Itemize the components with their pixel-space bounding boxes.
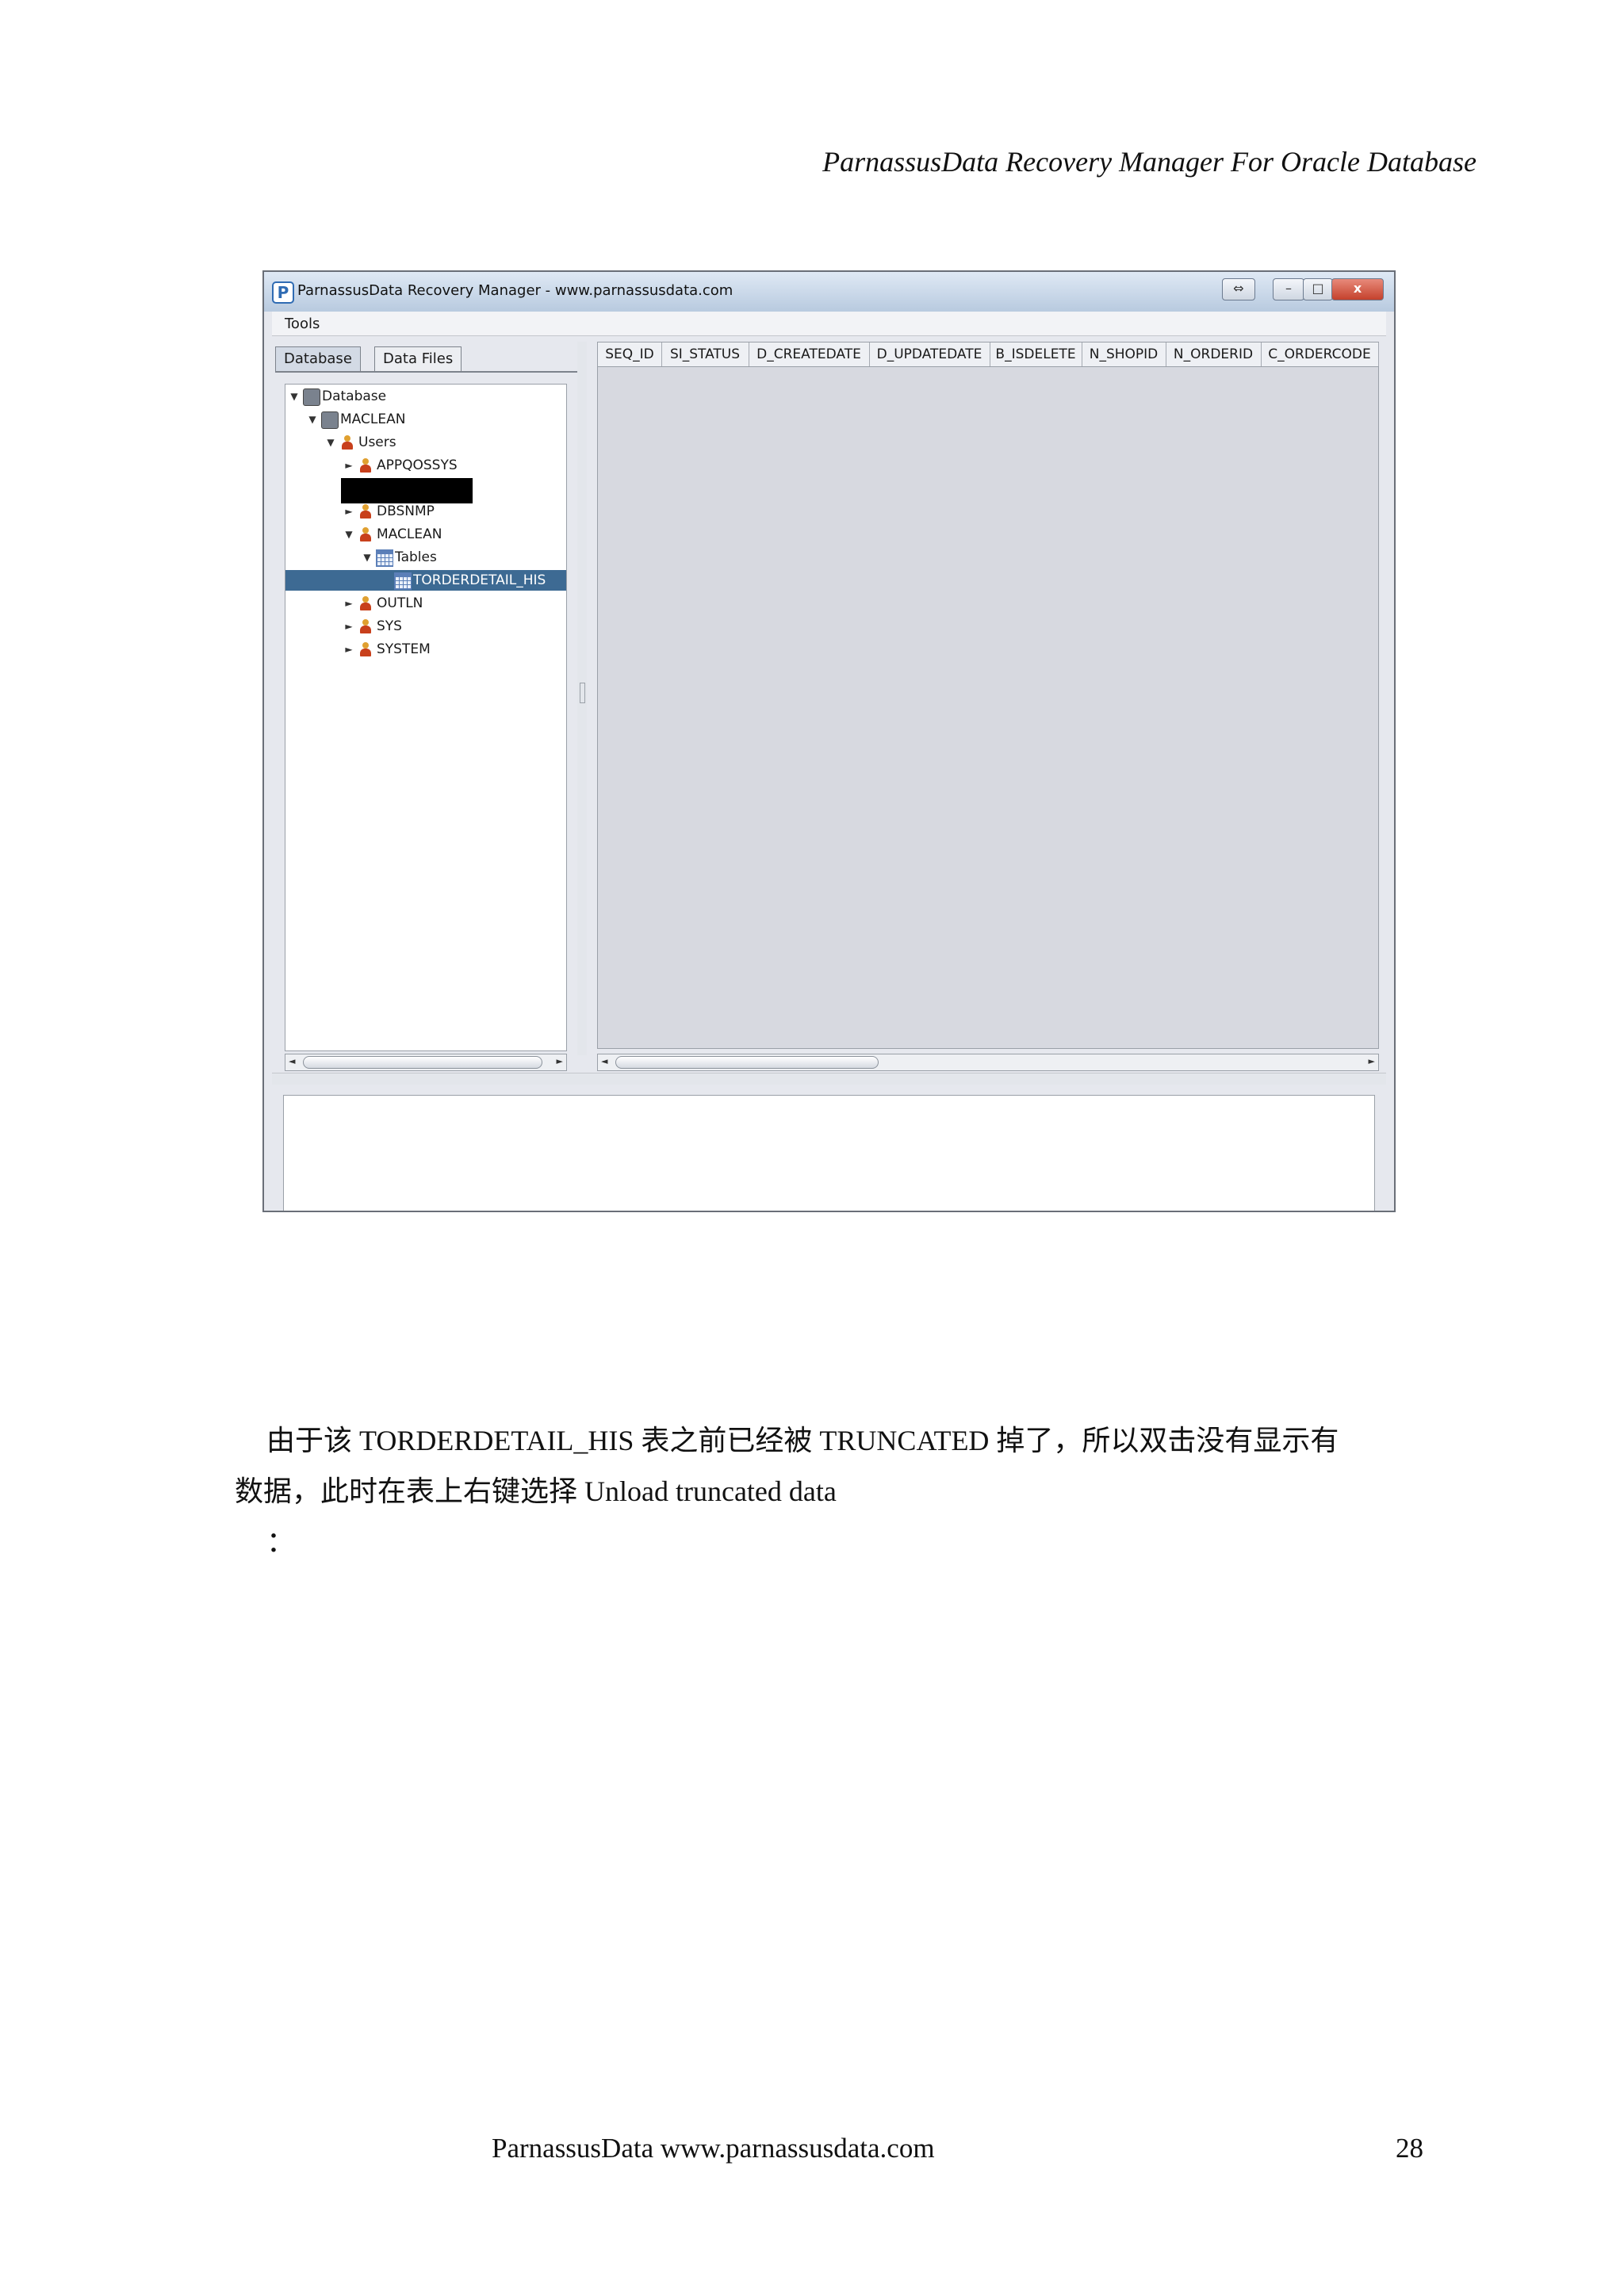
database-tree: ▼ Database ▼ MACLEAN ▼ Users ► APPQOSSYS…	[285, 384, 567, 1051]
tab-database[interactable]: Database	[275, 346, 361, 371]
database-icon	[303, 388, 320, 406]
table-icon	[394, 572, 412, 590]
tree-node-label: SYS	[377, 618, 402, 634]
grid-column-header[interactable]: B_ISDELETE	[990, 342, 1082, 366]
scroll-right-icon[interactable]: ►	[1369, 1056, 1375, 1066]
tree-node-label: MACLEAN	[377, 526, 442, 542]
tree-node-label: Database	[322, 388, 387, 404]
tab-divider	[275, 371, 577, 373]
tree-node-label: SYSTEM	[377, 641, 431, 657]
body-paragraph-line-3: ：	[266, 1526, 296, 1558]
page-number: 28	[1396, 2133, 1423, 2164]
window-titlebar[interactable]: P ParnassusData Recovery Manager - www.p…	[264, 272, 1394, 312]
user-icon	[358, 618, 373, 634]
scrollbar-thumb[interactable]	[615, 1056, 879, 1069]
expand-arrow-icon[interactable]: ▼	[289, 386, 300, 407]
expand-arrow-icon[interactable]: ▼	[325, 432, 336, 453]
user-icon	[358, 641, 373, 657]
redacted-block	[341, 478, 473, 503]
minimize-button[interactable]: –	[1273, 278, 1304, 300]
scroll-right-icon[interactable]: ►	[557, 1056, 563, 1066]
grid-column-header[interactable]: N_ORDERID	[1166, 342, 1262, 366]
users-icon	[339, 434, 355, 450]
expand-arrow-icon[interactable]: ▼	[362, 547, 373, 568]
expand-arrow-icon[interactable]: ▼	[307, 409, 318, 430]
tree-node-label: Tables	[395, 549, 437, 565]
table-icon	[376, 549, 393, 567]
user-icon	[358, 595, 373, 611]
window-title: ParnassusData Recovery Manager - www.par…	[297, 282, 733, 299]
scroll-left-icon[interactable]: ◄	[601, 1056, 607, 1066]
menu-tools[interactable]: Tools	[285, 316, 320, 332]
log-output-panel[interactable]	[283, 1095, 1375, 1211]
tree-node-label: APPQOSSYS	[377, 457, 458, 473]
grid-column-header[interactable]: N_SHOPID	[1082, 342, 1166, 366]
user-icon	[358, 457, 373, 473]
grid-column-header[interactable]: SEQ_ID	[598, 342, 662, 366]
expand-arrow-icon[interactable]: ▼	[343, 524, 354, 545]
horizontal-splitter[interactable]	[272, 1073, 1386, 1085]
maximize-button[interactable]: □	[1303, 278, 1333, 300]
grid-column-header-row: SEQ_ID SI_STATUS D_CREATEDATE D_UPDATEDATE B…	[598, 342, 1379, 367]
collapse-arrow-icon[interactable]: ►	[343, 639, 354, 660]
collapse-arrow-icon[interactable]: ►	[343, 616, 354, 637]
database-icon	[321, 411, 339, 429]
body-paragraph-line-2: 数据，此时在表上右键选择 Unload truncated data	[235, 1475, 837, 1507]
grid-column-header[interactable]: SI_STATUS	[661, 342, 749, 366]
tree-node-label: TORDERDETAIL_HIS	[413, 572, 546, 588]
grid-horizontal-scrollbar[interactable]: ◄ ►	[597, 1054, 1379, 1071]
tree-node-label: DBSNMP	[377, 503, 435, 519]
close-button[interactable]: x	[1331, 278, 1384, 300]
data-grid: SEQ_ID SI_STATUS D_CREATEDATE D_UPDATEDATE B…	[597, 342, 1379, 1049]
footer-site: ParnassusData www.parnassusdata.com	[492, 2133, 935, 2164]
collapse-arrow-icon[interactable]: ►	[343, 455, 354, 476]
scroll-left-icon[interactable]: ◄	[289, 1056, 295, 1066]
user-icon	[358, 526, 373, 542]
body-paragraph-line-1: 由于该 TORDERDETAIL_HIS 表之前已经被 TRUNCATED 掉了…	[266, 1425, 1339, 1456]
collapse-arrow-icon[interactable]: ►	[343, 501, 354, 522]
tree-horizontal-scrollbar[interactable]: ◄ ►	[285, 1054, 567, 1071]
app-window-screenshot: P ParnassusData Recovery Manager - www.p…	[262, 270, 1396, 1212]
splitter-handle[interactable]	[580, 683, 585, 703]
collapse-arrow-icon[interactable]: ►	[343, 593, 354, 614]
vertical-splitter[interactable]	[577, 342, 587, 1055]
running-header: ParnassusData Recovery Manager For Oracl…	[822, 146, 1477, 178]
grid-column-header[interactable]: C_ORDERCODE	[1261, 342, 1379, 366]
tree-node-label: Users	[358, 434, 396, 450]
user-icon	[358, 503, 373, 519]
restore-button[interactable]: ⇔	[1222, 278, 1255, 300]
menu-bar: Tools	[272, 312, 1386, 336]
app-logo-icon: P	[272, 281, 294, 304]
scrollbar-thumb[interactable]	[303, 1056, 542, 1069]
tree-node-label: OUTLN	[377, 595, 423, 611]
tab-data-files[interactable]: Data Files	[374, 346, 462, 371]
grid-column-header[interactable]: D_UPDATEDATE	[869, 342, 990, 366]
grid-column-header[interactable]: D_CREATEDATE	[749, 342, 870, 366]
tree-node-label: MACLEAN	[340, 411, 406, 427]
